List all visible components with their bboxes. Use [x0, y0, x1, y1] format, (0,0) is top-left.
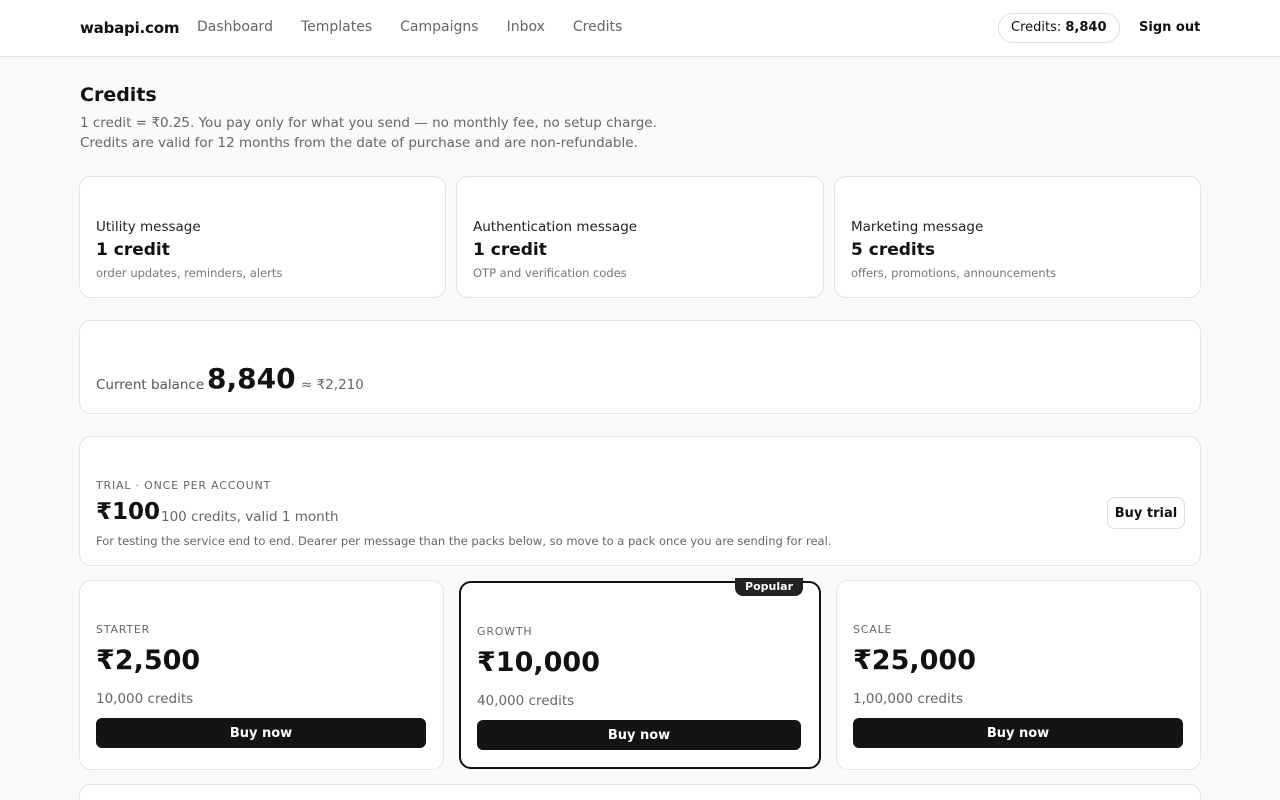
nav-item-templates[interactable]: Templates [301, 19, 372, 35]
message-type-desc: order updates, reminders, alerts [96, 266, 283, 280]
balance-label: Current balance [96, 377, 205, 393]
trial-tag: TRIAL · ONCE PER ACCOUNT [96, 479, 272, 492]
nav-item-dashboard[interactable]: Dashboard [197, 19, 273, 35]
message-type-desc: offers, promotions, announcements [851, 266, 1057, 280]
trial-pack-card: TRIAL · ONCE PER ACCOUNT ₹100 100 credit… [79, 436, 1201, 566]
message-type-cost: 1 credit [96, 240, 170, 260]
pack-name: STARTER [96, 623, 151, 636]
credits-pill-label: Credits: [1011, 20, 1062, 35]
main-nav: Dashboard Templates Campaigns Inbox Cred… [197, 19, 622, 35]
nav-item-campaigns[interactable]: Campaigns [400, 19, 478, 35]
balance-rupee-equivalent: ≈ ₹2,210 [301, 377, 364, 393]
message-type-cost: 5 credits [851, 240, 935, 260]
pack-card-starter: STARTER ₹2,500 10,000 credits Buy now [79, 580, 444, 770]
message-type-cost: 1 credit [473, 240, 547, 260]
nav-item-credits[interactable]: Credits [573, 19, 622, 35]
message-type-name: Authentication message [473, 219, 638, 235]
pack-card-growth: Popular GROWTH ₹10,000 40,000 credits Bu… [459, 578, 821, 769]
pack-price: ₹10,000 [477, 647, 600, 678]
credits-pill-value: 8,840 [1065, 20, 1107, 35]
app-logo[interactable]: wabapi.com [80, 19, 179, 37]
popular-badge: Popular [735, 578, 803, 596]
top-navigation-bar: wabapi.com Dashboard Templates Campaigns… [0, 0, 1280, 57]
buy-now-button-scale[interactable]: Buy now [853, 718, 1183, 748]
buy-now-button-starter[interactable]: Buy now [96, 718, 426, 748]
trial-credits: 100 credits, valid 1 month [161, 509, 339, 525]
nav-item-inbox[interactable]: Inbox [507, 19, 545, 35]
validity-subtitle: Credits are valid for 12 months from the… [80, 135, 638, 151]
sign-out-button[interactable]: Sign out [1139, 20, 1200, 35]
page-title: Credits [80, 84, 157, 106]
message-type-name: Marketing message [851, 219, 984, 235]
trial-note: For testing the service end to end. Dear… [96, 534, 832, 548]
pack-credits: 1,00,000 credits [853, 691, 964, 707]
next-section-card [79, 784, 1201, 800]
trial-price: ₹100 [96, 499, 161, 525]
credits-balance-pill[interactable]: Credits: 8,840 [998, 13, 1120, 43]
pricing-subtitle: 1 credit = ₹0.25. You pay only for what … [80, 115, 657, 131]
pack-price: ₹25,000 [853, 645, 976, 676]
balance-value: 8,840 [207, 362, 296, 395]
pack-card-scale: SCALE ₹25,000 1,00,000 credits Buy now [836, 580, 1201, 770]
current-balance-card: Current balance 8,840 ≈ ₹2,210 [79, 320, 1201, 414]
pack-credits: 10,000 credits [96, 691, 194, 707]
message-type-card-marketing: Marketing message 5 credits offers, prom… [834, 176, 1201, 298]
pack-price: ₹2,500 [96, 645, 201, 676]
buy-now-button-growth[interactable]: Buy now [477, 720, 801, 750]
pack-name: SCALE [853, 623, 893, 636]
message-type-name: Utility message [96, 219, 201, 235]
message-type-card-authentication: Authentication message 1 credit OTP and … [456, 176, 824, 298]
pack-credits: 40,000 credits [477, 693, 575, 709]
message-type-card-utility: Utility message 1 credit order updates, … [79, 176, 446, 298]
buy-trial-button[interactable]: Buy trial [1107, 497, 1185, 529]
message-type-desc: OTP and verification codes [473, 266, 627, 280]
pack-name: GROWTH [477, 625, 533, 638]
